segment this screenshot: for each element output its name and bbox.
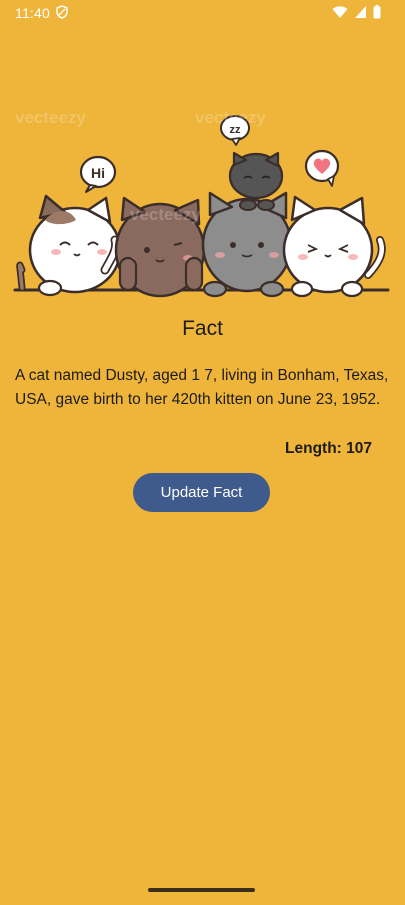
- speech-bubble-hi: Hi: [79, 155, 117, 193]
- status-time: 11:40: [15, 5, 50, 21]
- shield-icon: [56, 5, 68, 19]
- cat-white-right: [282, 195, 386, 298]
- cats-illustration-svg: Hi zz: [13, 115, 390, 298]
- signal-icon: [355, 6, 366, 18]
- update-fact-button[interactable]: Update Fact: [133, 473, 270, 512]
- length-label: Length: 107: [285, 440, 372, 457]
- page-title: Fact: [182, 317, 223, 340]
- speech-bubble-heart: [304, 149, 340, 187]
- wifi-icon: [332, 6, 348, 18]
- fact-text: A cat named Dusty, aged 1 7, living in B…: [15, 367, 389, 408]
- cat-white-calico: [16, 194, 122, 297]
- status-bar: 11:40: [0, 0, 405, 26]
- watermark-text-2: vecteezy: [195, 108, 266, 127]
- battery-icon: [373, 5, 381, 19]
- speech-bubble-hi-text: Hi: [91, 165, 105, 181]
- gesture-nav-handle[interactable]: [148, 888, 255, 892]
- cats-illustration: Hi zz vecteezy vecteezy vecteezy: [10, 100, 395, 305]
- status-icons: [332, 5, 381, 19]
- watermark-text-1: vecteezy: [15, 108, 86, 127]
- watermark-text-3: vecteezy: [130, 205, 201, 224]
